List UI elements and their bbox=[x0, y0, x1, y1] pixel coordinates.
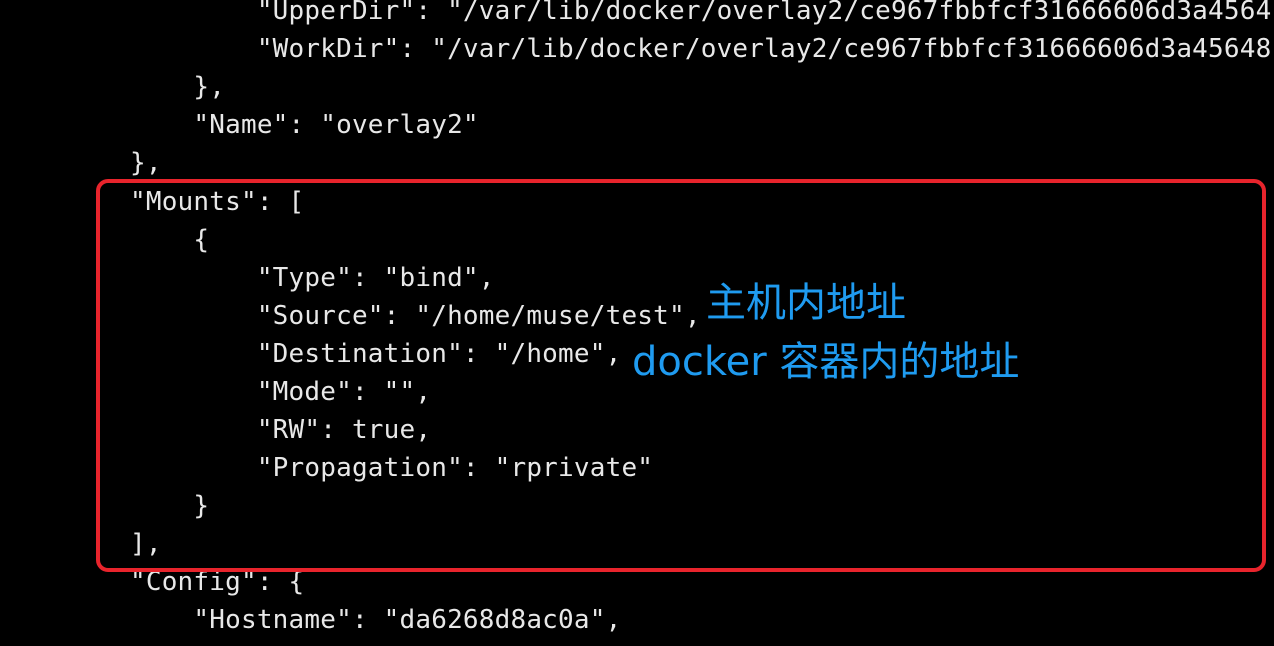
terminal-window[interactable]: "UpperDir": "/var/lib/docker/overlay2/ce… bbox=[0, 0, 1274, 646]
terminal-line: "Hostname": "da6268d8ac0a", bbox=[130, 605, 622, 635]
terminal-line: }, bbox=[130, 72, 226, 102]
terminal-line: "UpperDir": "/var/lib/docker/overlay2/ce… bbox=[130, 0, 1272, 26]
host-address-annotation: 主机内地址 bbox=[706, 280, 906, 326]
terminal-line: "Name": "overlay2" bbox=[130, 110, 479, 140]
terminal-line: }, bbox=[130, 148, 162, 178]
container-address-annotation: docker 容器内的地址 bbox=[632, 339, 1020, 385]
terminal-line: "WorkDir": "/var/lib/docker/overlay2/ce9… bbox=[130, 34, 1272, 64]
